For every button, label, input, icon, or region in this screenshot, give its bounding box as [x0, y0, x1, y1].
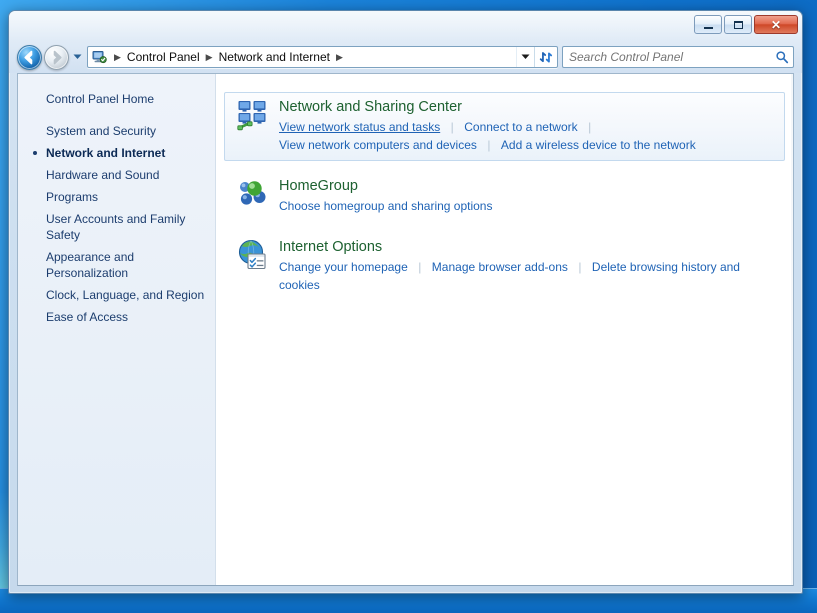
- back-arrow-icon: [24, 50, 33, 64]
- address-dropdown-button[interactable]: [516, 47, 534, 67]
- category-task-links: View network status and tasks | Connect …: [279, 118, 778, 154]
- category-title[interactable]: HomeGroup: [279, 176, 778, 196]
- task-link-choose-homegroup-and-sharing-options[interactable]: Choose homegroup and sharing options: [279, 199, 492, 213]
- back-button[interactable]: [17, 44, 42, 70]
- address-bar[interactable]: ▶ Control Panel ▶ Network and Internet ▶: [87, 46, 558, 68]
- minimize-button[interactable]: [694, 15, 722, 34]
- homegroup-icon: [237, 178, 269, 210]
- sidebar-item-appearance-and-personalization[interactable]: Appearance and Personalization: [18, 246, 215, 284]
- search-input[interactable]: [563, 50, 771, 64]
- sidebar-item-user-accounts-and-family-safety[interactable]: User Accounts and Family Safety: [18, 208, 215, 246]
- link-separator: |: [588, 120, 592, 134]
- close-icon: ✕: [770, 17, 782, 32]
- network-sharing-center-icon: [237, 99, 269, 131]
- task-link-manage-browser-add-ons[interactable]: Manage browser add-ons: [432, 260, 568, 274]
- minimize-icon: [695, 16, 721, 33]
- breadcrumb-separator[interactable]: ▶: [110, 47, 125, 67]
- forward-arrow-icon: [53, 50, 62, 64]
- sidebar-item-system-and-security[interactable]: System and Security: [18, 120, 215, 142]
- forward-button: [44, 44, 69, 70]
- internet-options-icon: [237, 239, 269, 271]
- task-link-view-network-status-and-tasks[interactable]: View network status and tasks: [279, 120, 440, 134]
- sidebar-item-hardware-and-sound[interactable]: Hardware and Sound: [18, 164, 215, 186]
- sidebar-item-control-panel-home[interactable]: Control Panel Home: [18, 88, 215, 110]
- main-content: Network and Sharing Center View network …: [216, 74, 793, 585]
- sidebar-item-label: System and Security: [46, 124, 157, 138]
- sidebar-item-ease-of-access[interactable]: Ease of Access: [18, 306, 215, 328]
- task-link-add-a-wireless-device-to-the-network[interactable]: Add a wireless device to the network: [501, 138, 696, 152]
- sidebar-item-network-and-internet[interactable]: Network and Internet: [18, 142, 215, 164]
- title-bar[interactable]: ✕: [9, 11, 802, 41]
- navigation-bar: ▶ Control Panel ▶ Network and Internet ▶: [9, 41, 802, 73]
- breadcrumb-network-and-internet[interactable]: Network and Internet: [217, 47, 332, 67]
- category-title[interactable]: Network and Sharing Center: [279, 97, 778, 117]
- sidebar-item-label: Ease of Access: [46, 310, 129, 324]
- recent-pages-button[interactable]: [69, 45, 85, 70]
- refresh-icon: [539, 51, 552, 63]
- breadcrumb-control-panel[interactable]: Control Panel: [125, 47, 202, 67]
- link-separator: |: [450, 120, 454, 134]
- scrollbar-track[interactable]: [791, 74, 793, 585]
- task-link-row: Choose homegroup and sharing options: [279, 197, 778, 215]
- category-task-links: Choose homegroup and sharing options: [279, 197, 778, 215]
- search-icon[interactable]: [771, 47, 793, 67]
- chevron-down-icon: [73, 54, 81, 59]
- task-link-row: View network status and tasks | Connect …: [279, 118, 778, 136]
- link-separator: |: [487, 138, 491, 152]
- link-separator: |: [578, 260, 582, 274]
- sidebar-item-label: User Accounts and Family Safety: [46, 212, 186, 242]
- chevron-down-icon: [521, 54, 530, 59]
- close-button[interactable]: ✕: [754, 15, 798, 34]
- sidebar-item-label: Programs: [46, 190, 99, 204]
- category-network-and-sharing-center[interactable]: Network and Sharing Center View network …: [224, 92, 785, 161]
- category-homegroup[interactable]: HomeGroup Choose homegroup and sharing o…: [224, 171, 785, 222]
- category-title[interactable]: Internet Options: [279, 237, 778, 257]
- sidebar-item-label: Control Panel Home: [46, 92, 155, 106]
- category-internet-options[interactable]: Internet Options Change your homepage | …: [224, 232, 785, 301]
- sidebar-item-clock-language-and-region[interactable]: Clock, Language, and Region: [18, 284, 215, 306]
- control-panel-icon: [91, 49, 107, 65]
- sidebar-item-label: Hardware and Sound: [46, 168, 160, 182]
- link-separator: |: [418, 260, 422, 274]
- breadcrumb-separator[interactable]: ▶: [332, 47, 347, 67]
- category-task-links: Change your homepage | Manage browser ad…: [279, 258, 778, 294]
- task-link-view-network-computers-and-devices[interactable]: View network computers and devices: [279, 138, 477, 152]
- maximize-button[interactable]: [724, 15, 752, 34]
- sidebar-item-label: Appearance and Personalization: [46, 250, 135, 280]
- task-link-connect-to-a-network[interactable]: Connect to a network: [464, 120, 577, 134]
- refresh-button[interactable]: [534, 47, 557, 67]
- task-link-change-your-homepage[interactable]: Change your homepage: [279, 260, 408, 274]
- window-controls: ✕: [694, 15, 798, 34]
- task-link-row: Change your homepage | Manage browser ad…: [279, 258, 778, 294]
- maximize-icon: [725, 16, 751, 33]
- selected-bullet-icon: [33, 151, 37, 155]
- sidebar-item-label: Network and Internet: [46, 146, 166, 160]
- sidebar: Control Panel Home System and Security N…: [18, 74, 216, 585]
- sidebar-item-label: Clock, Language, and Region: [46, 288, 205, 302]
- task-link-row: View network computers and devices | Add…: [279, 136, 778, 154]
- breadcrumb-separator[interactable]: ▶: [202, 47, 217, 67]
- client-area: Control Panel Home System and Security N…: [17, 73, 794, 586]
- control-panel-window: ✕ ▶ Control Panel ▶ Network and Internet…: [8, 10, 803, 594]
- sidebar-item-programs[interactable]: Programs: [18, 186, 215, 208]
- search-box[interactable]: [562, 46, 794, 68]
